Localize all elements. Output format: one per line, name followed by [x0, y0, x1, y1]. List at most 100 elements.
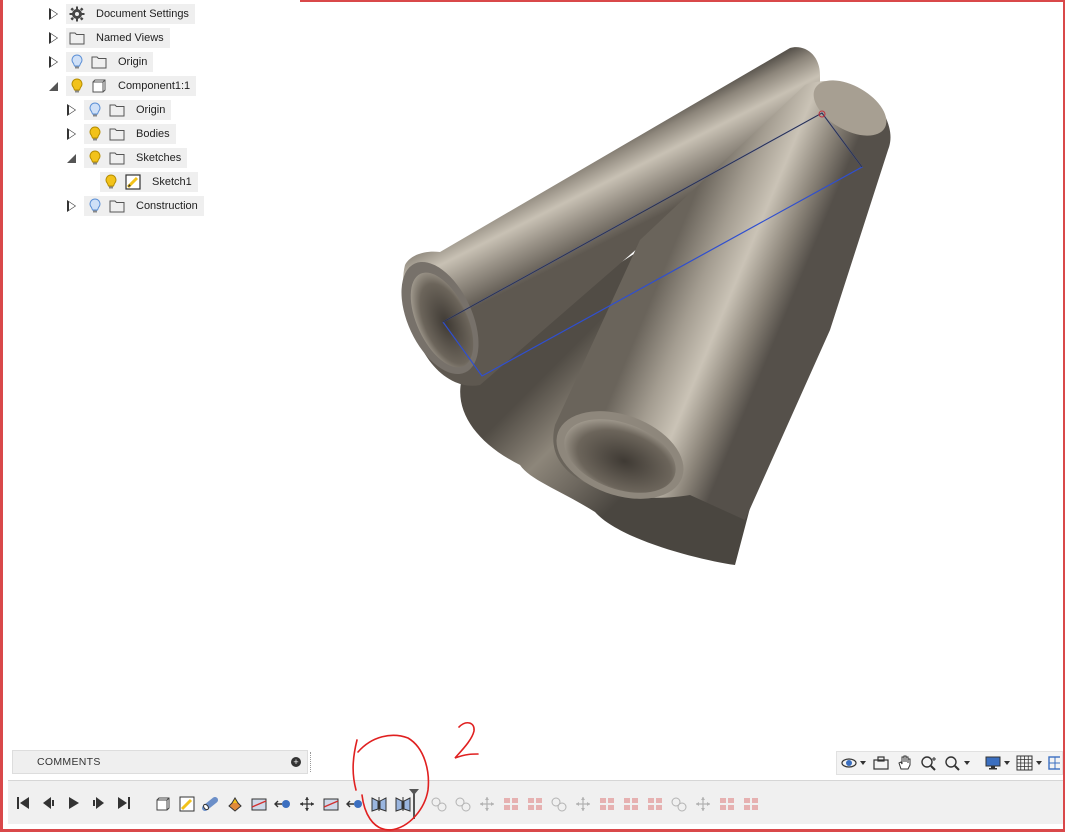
browser-item-label: Named Views [96, 32, 164, 44]
expand-arrow-icon[interactable] [46, 3, 60, 25]
pattern-icon [720, 798, 734, 810]
step-forward-button[interactable] [91, 796, 106, 810]
zoom-window-icon [945, 756, 960, 771]
browser-item-origin[interactable]: Origin [46, 51, 154, 73]
look-at-button[interactable] [869, 752, 893, 774]
browser-item-construction[interactable]: Construction [64, 195, 204, 217]
folder-icon [90, 53, 108, 71]
zoom-button[interactable] [917, 752, 941, 774]
zoom-icon [921, 756, 936, 771]
split-body-icon [251, 798, 267, 811]
panel-grip[interactable] [310, 752, 313, 772]
browser-item-component[interactable]: Component1:1 [46, 75, 197, 97]
joint-icon [671, 797, 687, 812]
folder-icon [108, 149, 126, 167]
timeline-feature-suppressed-8[interactable] [595, 795, 619, 813]
browser-item-sketch1[interactable]: Sketch1 [100, 171, 198, 193]
timeline-feature-suppressed-13[interactable] [715, 795, 739, 813]
expand-arrow-icon[interactable] [64, 99, 78, 121]
pattern-icon [528, 798, 542, 810]
browser-item-bodies[interactable]: Bodies [64, 123, 176, 145]
browser-item-origin-sub[interactable]: Origin [64, 99, 172, 121]
browser-item-named-views[interactable]: Named Views [46, 27, 170, 49]
lightbulb-on-icon[interactable] [102, 173, 120, 191]
collapse-arrow-icon[interactable] [46, 75, 60, 97]
joint-icon [551, 797, 567, 812]
browser-item-document-settings[interactable]: Document Settings [46, 3, 195, 25]
pipe-icon [202, 797, 218, 811]
pattern-icon [504, 798, 518, 810]
timeline-feature-suppressed-4[interactable] [499, 795, 523, 813]
canvas-viewport[interactable] [300, 2, 1063, 777]
browser-item-label: Bodies [136, 128, 170, 140]
timeline-feature-move[interactable] [271, 795, 295, 813]
timeline-feature-sketch[interactable] [175, 795, 199, 813]
viewports-button[interactable] [1045, 752, 1063, 774]
sketch-icon [179, 796, 195, 812]
browser-item-sketches[interactable]: Sketches [64, 147, 188, 169]
timeline-feature-suppressed-6[interactable] [547, 795, 571, 813]
timeline-feature-split[interactable] [247, 795, 271, 813]
skip-end-icon [118, 797, 130, 809]
go-to-end-button[interactable] [116, 796, 131, 810]
timeline-feature-mirror[interactable] [367, 795, 391, 813]
move-body-icon [346, 800, 362, 808]
move-icon [480, 797, 494, 811]
move-icon [300, 797, 314, 811]
expand-arrow-icon[interactable] [46, 27, 60, 49]
timeline-feature-suppressed-10[interactable] [643, 795, 667, 813]
timeline-feature-suppressed-14[interactable] [739, 795, 763, 813]
folder-icon [108, 197, 126, 215]
pattern-icon [744, 798, 758, 810]
timeline-feature-move-arrows[interactable] [295, 795, 319, 813]
lightbulb-off-icon[interactable] [68, 53, 86, 71]
timeline-feature-suppressed-11[interactable] [667, 795, 691, 813]
timeline-feature-suppressed-5[interactable] [523, 795, 547, 813]
timeline-marker[interactable] [409, 789, 419, 819]
add-comment-icon[interactable]: + [291, 757, 301, 767]
folder-icon [68, 29, 86, 47]
timeline-bar [8, 780, 1063, 824]
browser-item-label: Construction [136, 200, 198, 212]
lightbulb-on-icon[interactable] [68, 77, 86, 95]
lightbulb-on-icon[interactable] [86, 149, 104, 167]
timeline-feature-suppressed-12[interactable] [691, 795, 715, 813]
display-settings-icon [985, 756, 1001, 770]
timeline-feature-suppressed-9[interactable] [619, 795, 643, 813]
play-button[interactable] [66, 796, 81, 810]
timeline-feature-move-2[interactable] [343, 795, 367, 813]
sketch-icon [124, 173, 142, 191]
step-back-icon [43, 797, 54, 809]
timeline-feature-split-2[interactable] [319, 795, 343, 813]
fit-button[interactable] [941, 752, 973, 774]
expand-arrow-icon[interactable] [64, 123, 78, 145]
expand-arrow-icon[interactable] [64, 195, 78, 217]
split-body-icon [323, 798, 339, 811]
expand-arrow-icon[interactable] [46, 51, 60, 73]
go-to-start-button[interactable] [16, 796, 31, 810]
orbit-button[interactable] [837, 752, 869, 774]
timeline-feature-pipe[interactable] [199, 795, 223, 813]
lightbulb-off-icon[interactable] [86, 197, 104, 215]
lightbulb-off-icon[interactable] [86, 101, 104, 119]
gear-icon [68, 5, 86, 23]
orbit-icon [841, 758, 857, 768]
grid-settings-button[interactable] [1013, 752, 1045, 774]
timeline-feature-component[interactable] [151, 795, 175, 813]
pattern-icon [600, 798, 614, 810]
collapse-arrow-icon[interactable] [64, 147, 78, 169]
look-at-icon [873, 756, 889, 770]
pan-button[interactable] [893, 752, 917, 774]
folder-icon [108, 101, 126, 119]
timeline-feature-suppressed-3[interactable] [475, 795, 499, 813]
display-settings-button[interactable] [981, 752, 1013, 774]
lightbulb-on-icon[interactable] [86, 125, 104, 143]
timeline-feature-suppressed-2[interactable] [451, 795, 475, 813]
comments-panel[interactable]: COMMENTS + [12, 750, 308, 774]
grid-icon [1016, 755, 1033, 771]
timeline-feature-extrude[interactable] [223, 795, 247, 813]
timeline-feature-suppressed-1[interactable] [427, 795, 451, 813]
browser-item-label: Origin [118, 56, 148, 68]
step-back-button[interactable] [41, 796, 56, 810]
timeline-feature-suppressed-7[interactable] [571, 795, 595, 813]
